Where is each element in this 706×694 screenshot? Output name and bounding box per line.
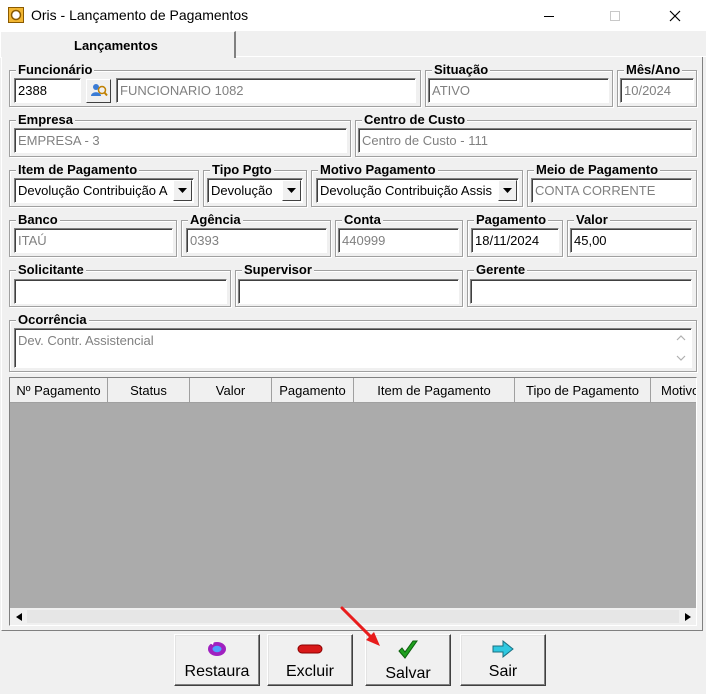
ocorrencia-scrollbar[interactable] xyxy=(673,331,689,365)
tipo-pgto-label: Tipo Pgto xyxy=(210,162,274,178)
col-header-tipo-pagamento[interactable]: Tipo de Pagamento xyxy=(515,378,651,403)
restaura-label: Restaura xyxy=(184,663,250,680)
annotation-arrow xyxy=(336,602,386,652)
item-pagamento-select[interactable]: Devolução Contribuição A xyxy=(14,178,194,203)
col-header-numero[interactable]: Nº Pagamento xyxy=(10,378,108,403)
valor-input[interactable]: 45,00 xyxy=(570,228,692,253)
chevron-down-icon[interactable] xyxy=(498,180,517,201)
pagamento-date-label: Pagamento xyxy=(474,212,549,228)
pagamentos-grid[interactable]: Nº Pagamento Status Valor Pagamento Item… xyxy=(9,377,697,626)
col-header-pagamento[interactable]: Pagamento xyxy=(272,378,354,403)
scroll-right-icon[interactable] xyxy=(679,608,696,625)
valor-label: Valor xyxy=(574,212,610,228)
conta-field: 440999 xyxy=(338,228,459,253)
chevron-down-icon[interactable] xyxy=(282,180,301,201)
gerente-input[interactable] xyxy=(470,279,692,304)
search-people-icon xyxy=(90,82,108,101)
empresa-label: Empresa xyxy=(16,112,75,128)
ocorrencia-label: Ocorrência xyxy=(16,312,89,328)
tab-lancamentos-label: Lançamentos xyxy=(74,38,158,53)
delete-icon xyxy=(297,639,323,659)
minimize-button[interactable] xyxy=(526,0,572,31)
agencia-label: Agência xyxy=(188,212,243,228)
restore-icon xyxy=(205,639,229,659)
maximize-button[interactable] xyxy=(592,0,638,31)
item-pagamento-label: Item de Pagamento xyxy=(16,162,140,178)
tipo-pgto-value: Devolução xyxy=(211,183,273,198)
excluir-label: Excluir xyxy=(285,663,334,680)
conta-label: Conta xyxy=(342,212,383,228)
close-button[interactable] xyxy=(652,0,698,31)
ocorrencia-value: Dev. Contr. Assistencial xyxy=(18,333,154,348)
situacao-field: ATIVO xyxy=(428,78,609,103)
meio-pagamento-field: CONTA CORRENTE xyxy=(531,178,692,203)
item-pagamento-value: Devolução Contribuição A xyxy=(18,183,168,198)
empresa-field: EMPRESA - 3 xyxy=(14,128,347,153)
pagamento-date-input[interactable]: 18/11/2024 xyxy=(471,228,559,253)
motivo-pagamento-label: Motivo Pagamento xyxy=(318,162,438,178)
scroll-left-icon[interactable] xyxy=(10,608,27,625)
centro-custo-label: Centro de Custo xyxy=(362,112,468,128)
banco-label: Banco xyxy=(16,212,60,228)
grid-header: Nº Pagamento Status Valor Pagamento Item… xyxy=(10,378,696,403)
funcionario-name-field: FUNCIONARIO 1082 xyxy=(116,78,416,103)
window-title: Oris - Lançamento de Pagamentos xyxy=(31,7,249,23)
motivo-pagamento-value: Devolução Contribuição Assis xyxy=(320,183,492,198)
col-header-status[interactable]: Status xyxy=(108,378,190,403)
col-header-motivo[interactable]: Motivo xyxy=(651,378,696,403)
solicitante-label: Solicitante xyxy=(16,262,86,278)
salvar-label: Salvar xyxy=(385,665,431,682)
centro-custo-field: Centro de Custo - 111 xyxy=(358,128,692,153)
motivo-pagamento-select[interactable]: Devolução Contribuição Assis xyxy=(316,178,519,203)
mes-ano-label: Mês/Ano xyxy=(624,62,683,78)
app-icon xyxy=(8,7,24,23)
funcionario-label: Funcionário xyxy=(16,62,95,78)
tipo-pgto-select[interactable]: Devolução xyxy=(207,178,303,203)
gerente-label: Gerente xyxy=(474,262,528,278)
supervisor-input[interactable] xyxy=(238,279,459,304)
sair-button[interactable]: Sair xyxy=(460,634,546,686)
situacao-label: Situação xyxy=(432,62,491,78)
arrow-right-icon xyxy=(491,639,515,659)
chevron-down-icon[interactable] xyxy=(173,180,192,201)
funcionario-code-input[interactable]: 2388 xyxy=(14,78,81,103)
banco-field: ITAÚ xyxy=(14,228,173,253)
meio-pagamento-label: Meio de Pagamento xyxy=(534,162,661,178)
ocorrencia-textarea[interactable]: Dev. Contr. Assistencial xyxy=(14,328,692,368)
col-header-valor[interactable]: Valor xyxy=(190,378,272,403)
agencia-field: 0393 xyxy=(186,228,327,253)
checkmark-icon xyxy=(397,639,419,661)
restaura-button[interactable]: Restaura xyxy=(174,634,260,686)
supervisor-label: Supervisor xyxy=(242,262,314,278)
mes-ano-field: 10/2024 xyxy=(620,78,694,103)
sair-label: Sair xyxy=(488,663,518,680)
col-header-item-pagamento[interactable]: Item de Pagamento xyxy=(354,378,515,403)
solicitante-input[interactable] xyxy=(14,279,227,304)
search-employee-button[interactable] xyxy=(86,79,111,103)
